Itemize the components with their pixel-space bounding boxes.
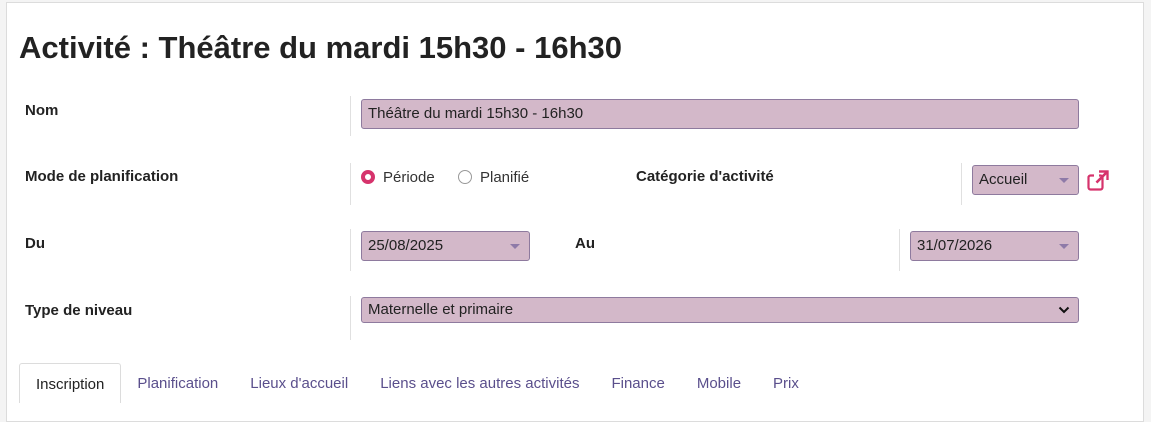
separator <box>350 296 351 340</box>
au-date-value: 31/07/2026 <box>917 237 993 254</box>
du-date-input[interactable]: 25/08/2025 <box>361 231 530 261</box>
categorie-activite-label: Catégorie d'activité <box>636 168 774 185</box>
tab-liens-activites[interactable]: Liens avec les autres activités <box>364 363 595 403</box>
radio-planifie-label: Planifié <box>480 168 530 186</box>
radio-periode[interactable]: Période <box>361 168 435 186</box>
au-label: Au <box>575 235 595 252</box>
page-title: Activité : Théâtre du mardi 15h30 - 16h3… <box>19 30 622 65</box>
tab-lieux-accueil[interactable]: Lieux d'accueil <box>234 363 364 403</box>
nom-label: Nom <box>25 102 59 119</box>
tab-prix[interactable]: Prix <box>757 363 815 403</box>
du-date-value: 25/08/2025 <box>368 237 444 254</box>
mode-planification-label: Mode de planification <box>25 168 179 185</box>
nom-input[interactable]: Théâtre du mardi 15h30 - 16h30 <box>361 99 1079 129</box>
external-link-icon[interactable] <box>1086 169 1110 193</box>
au-date-input[interactable]: 31/07/2026 <box>910 231 1079 261</box>
tab-mobile[interactable]: Mobile <box>681 363 757 403</box>
du-label: Du <box>25 235 45 252</box>
chevron-down-icon <box>1058 306 1070 314</box>
type-niveau-label: Type de niveau <box>25 302 133 319</box>
tab-inscription[interactable]: Inscription <box>19 363 122 403</box>
categorie-select-value: Accueil <box>979 171 1028 188</box>
separator <box>899 229 900 271</box>
separator <box>350 229 351 271</box>
type-niveau-select[interactable]: Maternelle et primaire <box>361 297 1079 323</box>
type-niveau-value: Maternelle et primaire <box>368 301 514 318</box>
separator <box>961 163 962 205</box>
categorie-select[interactable]: Accueil <box>972 165 1079 195</box>
tab-planification[interactable]: Planification <box>121 363 234 403</box>
dropdown-caret-icon <box>510 244 520 249</box>
radio-periode-label: Période <box>383 168 435 186</box>
dropdown-caret-icon <box>1059 244 1069 249</box>
tab-finance[interactable]: Finance <box>595 363 680 403</box>
radio-selected-icon <box>361 170 375 184</box>
radio-unselected-icon <box>458 170 472 184</box>
dropdown-caret-icon <box>1059 178 1069 183</box>
separator <box>350 163 351 205</box>
radio-planifie[interactable]: Planifié <box>458 168 529 186</box>
separator <box>350 96 351 136</box>
tab-bar: Inscription Planification Lieux d'accuei… <box>19 363 815 403</box>
